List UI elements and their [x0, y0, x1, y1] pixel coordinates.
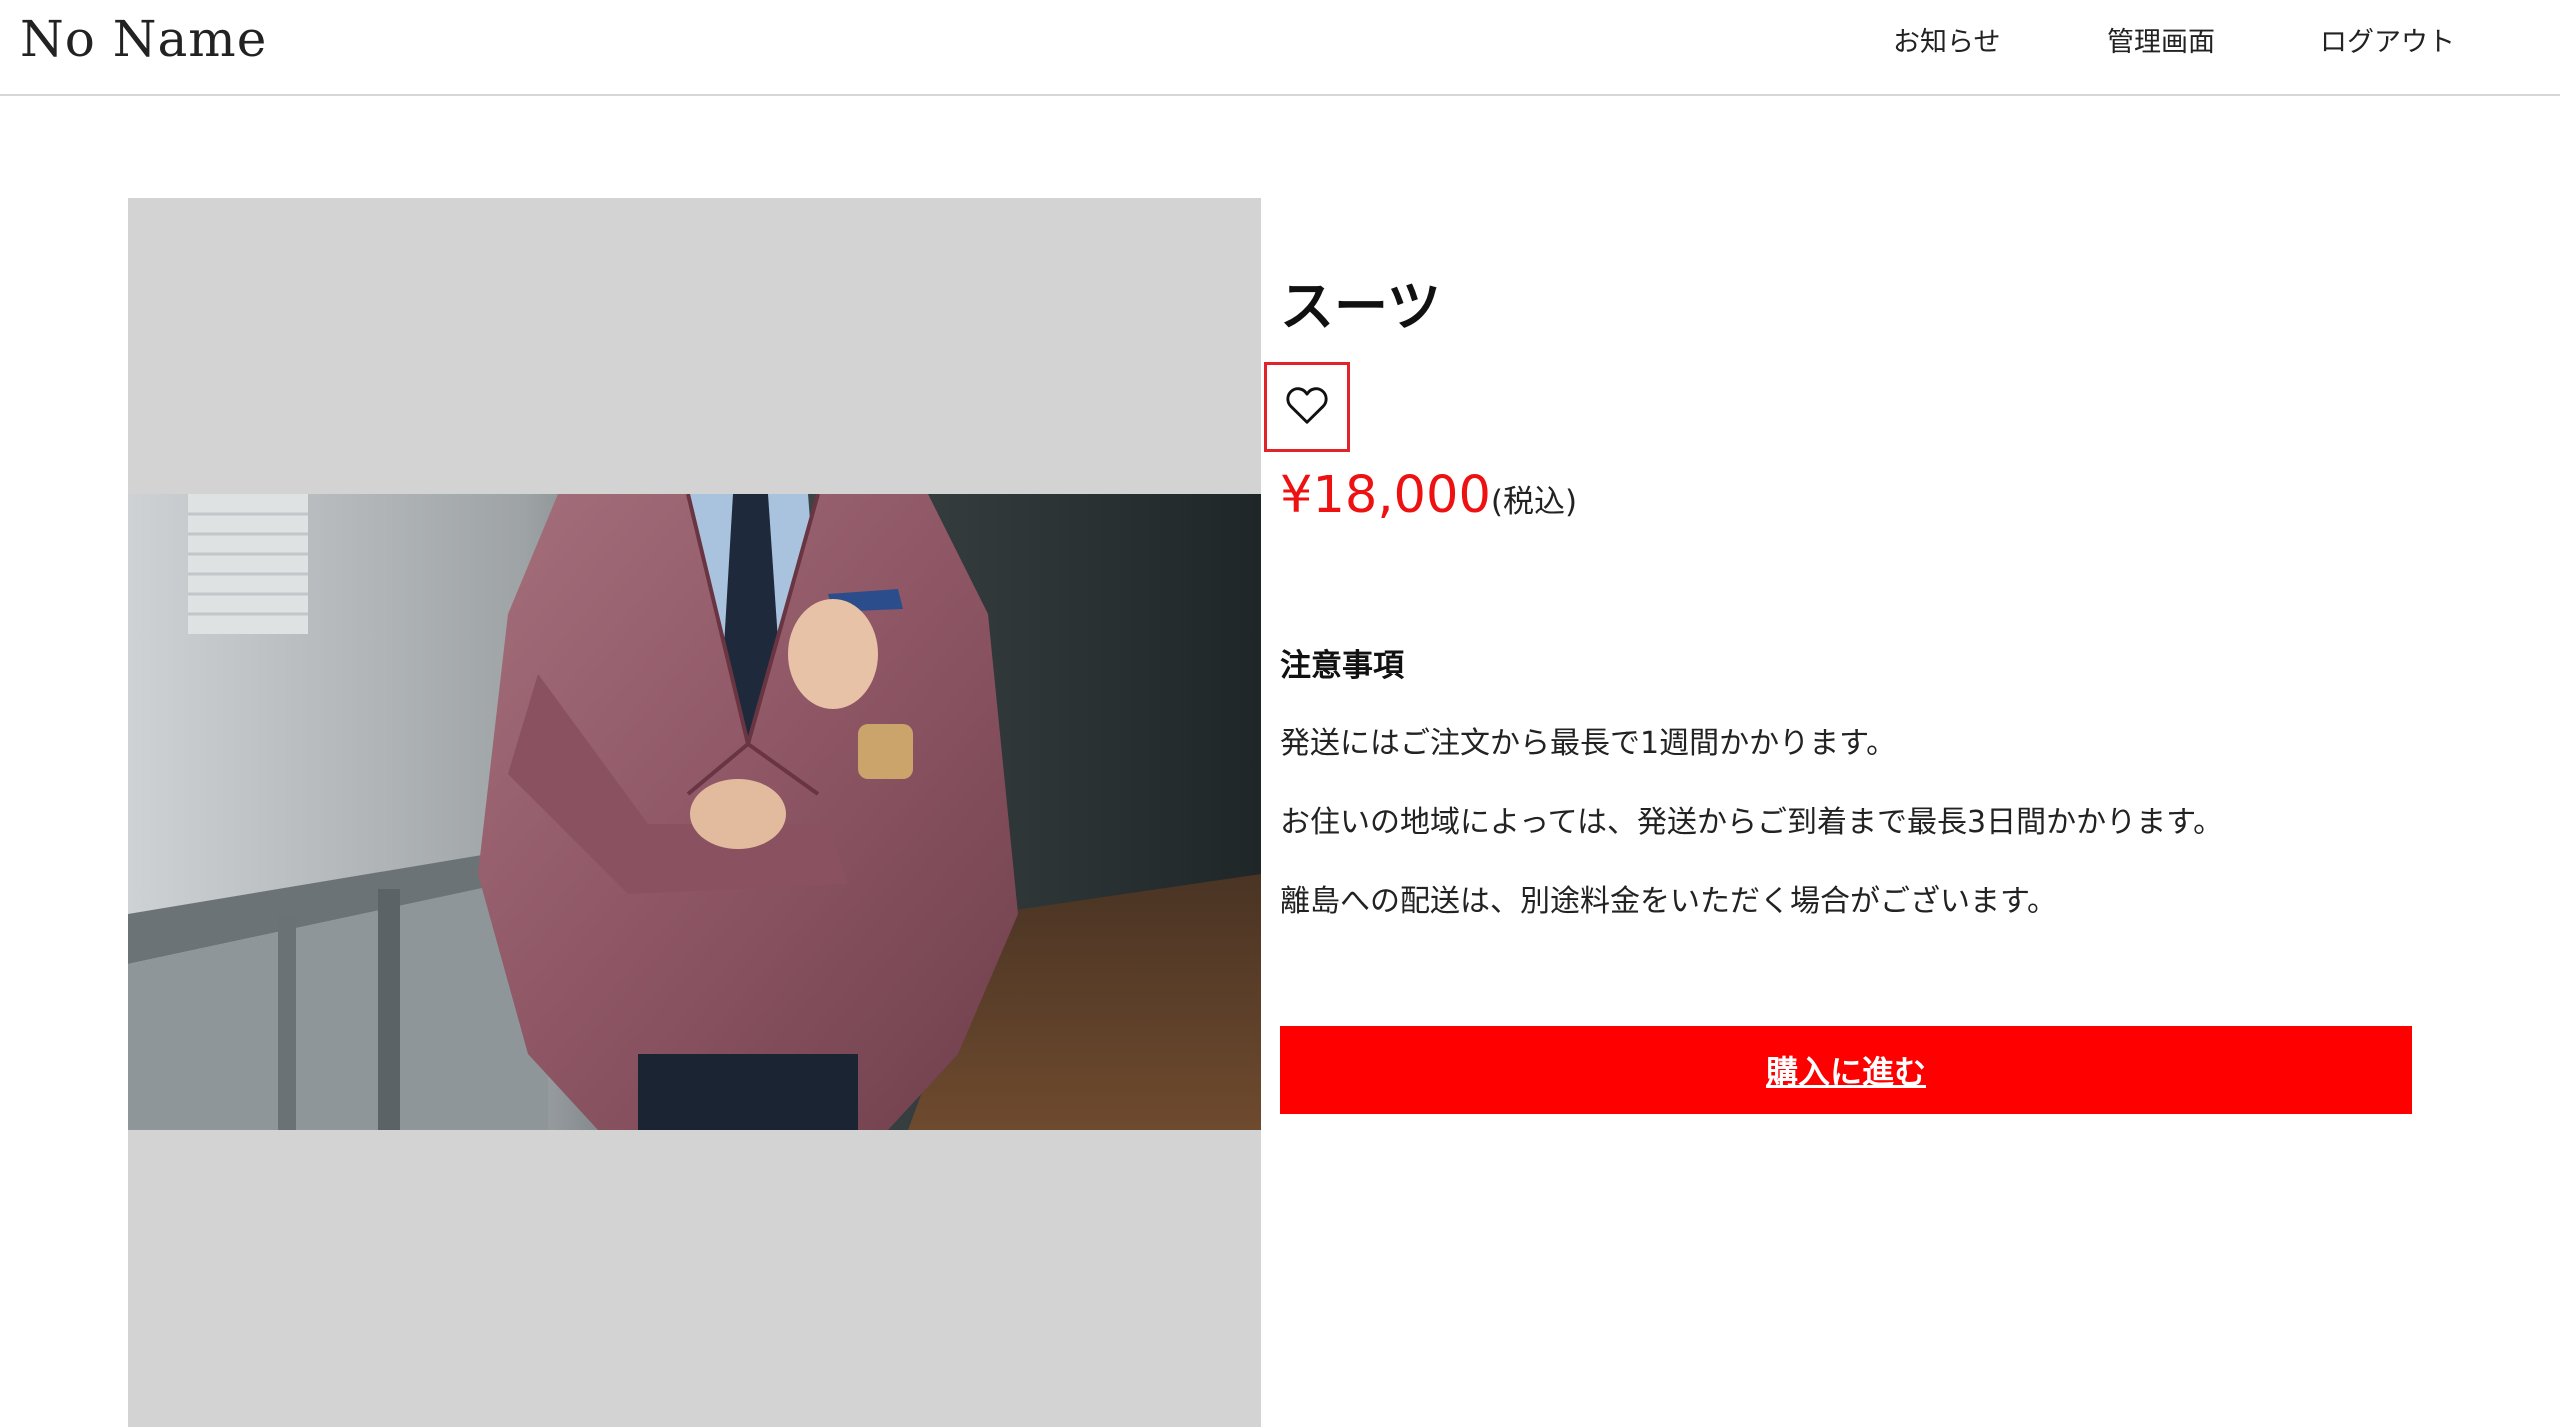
product-photo	[128, 494, 1261, 1130]
nav-logout-link[interactable]: ログアウト	[2320, 20, 2455, 59]
product-title: スーツ	[1280, 275, 1441, 338]
nav-news-link[interactable]: お知らせ	[1893, 20, 2000, 59]
site-logo[interactable]: No Name	[20, 10, 267, 68]
proceed-to-purchase-button[interactable]: 購入に進む	[1280, 1026, 2412, 1114]
tax-note: (税込)	[1490, 484, 1578, 520]
note-item: お住いの地域によっては、発送からご到着まで最長3日間かかります。	[1280, 805, 2224, 840]
note-item: 発送にはご注文から最長で1週間かかります。	[1280, 726, 1897, 761]
price: ¥18,000	[1280, 466, 1491, 525]
site-header: No Name お知らせ 管理画面 ログアウト	[0, 0, 2560, 96]
price-row: ¥18,000(税込)	[1280, 466, 1577, 525]
nav-admin-link[interactable]: 管理画面	[2107, 20, 2215, 59]
product-image-area	[128, 198, 1261, 1427]
note-item: 離島への配送は、別途料金をいただく場合がございます。	[1280, 884, 2057, 919]
heart-outline-icon	[1285, 385, 1329, 429]
notes-title: 注意事項	[1280, 648, 1404, 684]
favorite-button[interactable]	[1264, 362, 1350, 452]
